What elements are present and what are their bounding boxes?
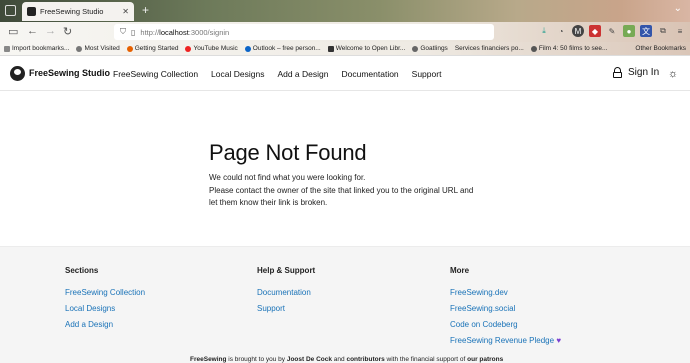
bookmark-item[interactable]: Most Visited <box>76 45 120 52</box>
extension-m-icon[interactable]: M <box>572 25 584 37</box>
bookmarks-bar: Import bookmarks... Most Visited Getting… <box>0 42 690 56</box>
footer-link-freesewing-collection[interactable]: FreeSewing Collection <box>65 288 145 297</box>
tab-list-icon[interactable] <box>5 5 16 16</box>
footer-sections: Sections FreeSewing Collection Local Des… <box>65 266 145 336</box>
bookmark-item[interactable]: YouTube Music <box>185 45 238 52</box>
message-line-3: let them know their link is broken. <box>209 198 328 207</box>
browser-nav-bar: ▭ ← → ↻ ⛉ ▯ http://localhost:3000/signin… <box>0 22 690 42</box>
nav-add-a-design[interactable]: Add a Design <box>277 69 328 79</box>
footer-more: More FreeSewing.dev FreeSewing.social Co… <box>450 266 561 352</box>
footer-link-support[interactable]: Support <box>257 304 315 313</box>
site-header: FreeSewing Studio FreeSewing Collection … <box>0 57 690 91</box>
footer-credits: FreeSewing is brought to you by Joost De… <box>190 356 504 363</box>
shield-icon: ⛉ <box>120 27 126 36</box>
new-tab-icon[interactable]: + <box>142 3 149 17</box>
sign-in-label: Sign In <box>628 67 660 78</box>
extensions-icon[interactable]: ⧉ <box>657 25 669 37</box>
favicon-icon <box>27 7 36 16</box>
reload-icon[interactable]: ↻ <box>63 25 72 38</box>
footer-heading-more: More <box>450 266 470 275</box>
message-line-2: Please contact the owner of the site tha… <box>209 185 474 195</box>
footer-link-freesewing-social[interactable]: FreeSewing.social <box>450 304 561 313</box>
sidebar-icon[interactable]: ▭ <box>8 25 18 38</box>
browser-tab[interactable]: FreeSewing Studio ✕ <box>22 2 134 21</box>
theme-toggle-sun-icon[interactable]: ☼ <box>668 69 679 80</box>
extension-shield-icon[interactable]: ◆ <box>589 25 601 37</box>
main-nav: FreeSewing Collection Local Designs Add … <box>113 69 441 79</box>
footer-help: Help & Support Documentation Support <box>257 266 315 320</box>
footer-heading-sections: Sections <box>65 266 99 275</box>
bookmark-item[interactable]: Outlook – free person... <box>244 45 321 52</box>
footer-heading-help: Help & Support <box>257 266 316 275</box>
extension-translate-icon[interactable]: 文 <box>640 25 652 37</box>
heart-icon: ♥ <box>556 336 562 345</box>
bookmark-item[interactable]: Services financiers po... <box>455 45 524 52</box>
account-icon[interactable]: ◔ <box>555 25 567 37</box>
freesewing-logo-icon[interactable] <box>10 66 25 81</box>
nav-local-designs[interactable]: Local Designs <box>211 69 264 79</box>
site-footer: Sections FreeSewing Collection Local Des… <box>0 246 690 363</box>
browser-tab-bar: FreeSewing Studio ✕ + ⌄ <box>0 0 690 22</box>
footer-link-local-designs[interactable]: Local Designs <box>65 304 145 313</box>
footer-link-freesewing-dev[interactable]: FreeSewing.dev <box>450 288 561 297</box>
nav-support[interactable]: Support <box>412 69 442 79</box>
message-line-1: We could not find what you were looking … <box>209 173 366 182</box>
sign-in-button[interactable]: Sign In <box>613 67 659 78</box>
other-bookmarks[interactable]: Other Bookmarks <box>635 45 686 52</box>
bookmark-item[interactable]: Getting Started <box>126 45 178 52</box>
toolbar-icons: ⤓ ◔ M ◆ ✎ ● 文 ⧉ ≡ <box>538 25 686 37</box>
footer-link-revenue-pledge[interactable]: FreeSewing Revenue Pledge ♥ <box>450 336 561 345</box>
url-text[interactable]: http://localhost:3000/signin <box>140 28 229 37</box>
bookmark-item[interactable]: Film 4: 50 films to see... <box>530 45 607 52</box>
url-bar[interactable]: ⛉ ▯ http://localhost:3000/signin <box>114 24 494 40</box>
bookmark-item[interactable]: Goatlings <box>412 45 448 52</box>
nav-freesewing-collection[interactable]: FreeSewing Collection <box>113 69 198 79</box>
page-title: Page Not Found <box>209 140 367 165</box>
footer-link-codeberg[interactable]: Code on Codeberg <box>450 320 561 329</box>
lock-icon <box>613 67 622 78</box>
extension-badge-icon[interactable]: ● <box>623 25 635 37</box>
forward-icon[interactable]: → <box>45 25 56 37</box>
chevron-down-icon[interactable]: ⌄ <box>674 3 682 14</box>
nav-documentation[interactable]: Documentation <box>341 69 398 79</box>
tab-title: FreeSewing Studio <box>40 7 104 16</box>
not-found-message: We could not find what you were looking … <box>209 172 489 210</box>
brand-name[interactable]: FreeSewing Studio <box>29 68 110 78</box>
footer-link-documentation[interactable]: Documentation <box>257 288 315 297</box>
extension-pen-icon[interactable]: ✎ <box>606 25 618 37</box>
page-icon: ▯ <box>131 27 136 37</box>
bookmark-item[interactable]: Welcome to Open Libr... <box>327 45 405 52</box>
back-icon[interactable]: ← <box>27 25 38 37</box>
bookmark-item[interactable]: Import bookmarks... <box>4 45 69 52</box>
close-icon[interactable]: ✕ <box>122 7 129 16</box>
download-icon[interactable]: ⤓ <box>538 25 550 37</box>
footer-link-add-a-design[interactable]: Add a Design <box>65 320 145 329</box>
main-content: Page Not Found We could not find what yo… <box>209 140 489 210</box>
menu-icon[interactable]: ≡ <box>674 25 686 37</box>
